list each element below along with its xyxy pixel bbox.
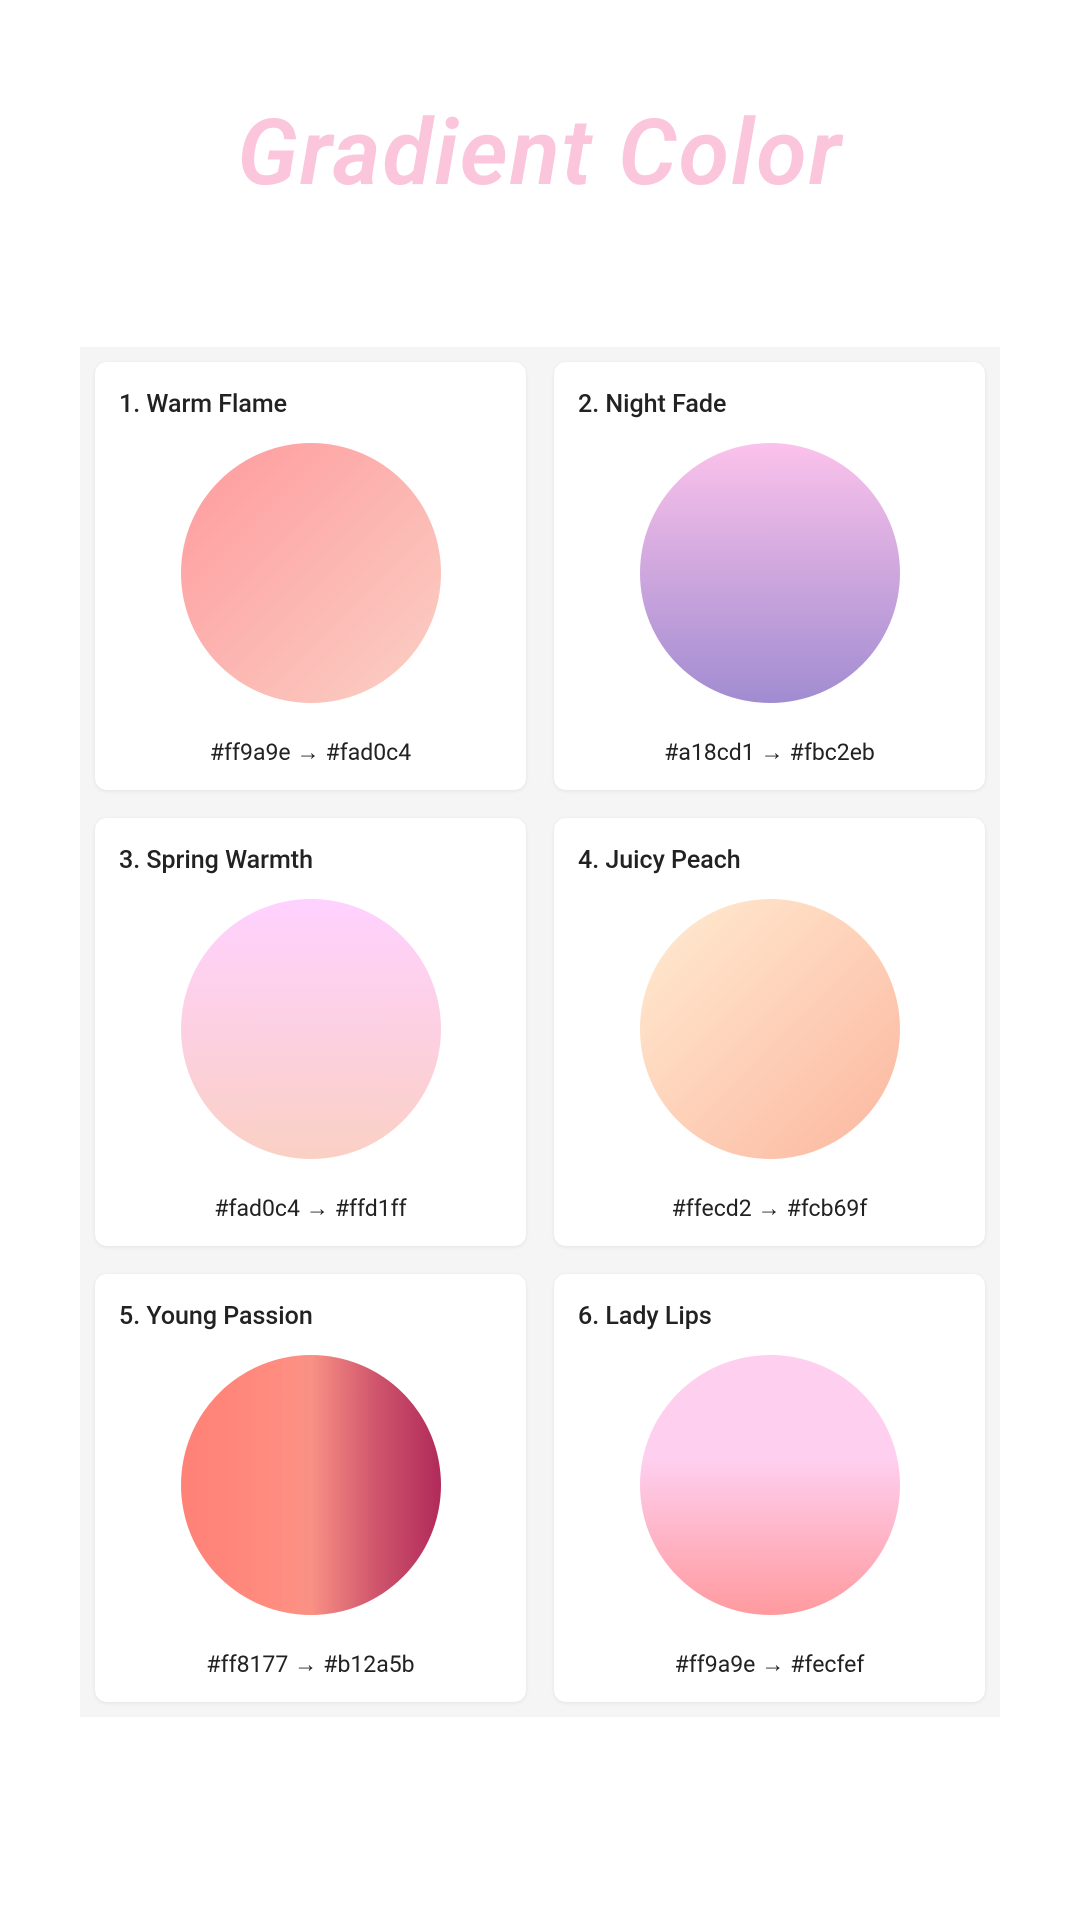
hex-values: #ff9a9e→#fecfef [675,1651,865,1678]
gradient-swatch [181,1355,441,1615]
page-title: Gradient Color [0,0,1080,347]
gradient-card[interactable]: 5. Young Passion #ff8177→#b12a5b [95,1274,526,1702]
gradient-swatch [640,899,900,1159]
gradient-card[interactable]: 6. Lady Lips #ff9a9e→#fecfef [554,1274,985,1702]
gradient-card[interactable]: 3. Spring Warmth #fad0c4→#ffd1ff [95,818,526,1246]
hex-to: #fcb69f [787,1195,868,1222]
hex-to: #fad0c4 [326,739,412,766]
gradient-swatch [640,443,900,703]
gradient-card[interactable]: 1. Warm Flame #ff9a9e→#fad0c4 [95,362,526,790]
hex-to: #fecfef [790,1651,864,1678]
gradient-swatch [181,443,441,703]
hex-values: #ff9a9e→#fad0c4 [210,739,411,766]
hex-from: #fad0c4 [214,1195,300,1222]
arrow-icon: → [761,1651,784,1678]
hex-from: #a18cd1 [664,739,754,766]
card-title: 4. Juicy Peach [578,846,741,875]
gradient-card[interactable]: 4. Juicy Peach #ffecd2→#fcb69f [554,818,985,1246]
arrow-icon: → [758,1195,781,1222]
card-title: 2. Night Fade [578,390,726,419]
gradient-swatch [181,899,441,1159]
arrow-icon: → [761,739,784,766]
hex-values: #ffecd2→#fcb69f [672,1195,868,1222]
hex-to: #ffd1ff [335,1195,407,1222]
gradient-card[interactable]: 2. Night Fade #a18cd1 →#fbc2eb [554,362,985,790]
arrow-icon: → [306,1195,329,1222]
hex-from: #ff9a9e [210,739,291,766]
hex-values: #fad0c4→#ffd1ff [214,1195,406,1222]
card-title: 5. Young Passion [119,1302,313,1331]
hex-from: #ff8177 [206,1651,288,1678]
arrow-icon: → [297,739,320,766]
card-title: 6. Lady Lips [578,1302,712,1331]
hex-to: #fbc2eb [790,739,875,766]
hex-from: #ffecd2 [672,1195,752,1222]
gradient-grid: 1. Warm Flame#ff9a9e→#fad0c42. Night Fad… [80,347,1000,1717]
hex-values: #ff8177→#b12a5b [206,1651,414,1678]
hex-values: #a18cd1 →#fbc2eb [664,739,875,766]
card-title: 3. Spring Warmth [119,846,313,875]
card-title: 1. Warm Flame [119,390,287,419]
hex-to: #b12a5b [323,1651,414,1678]
hex-from: #ff9a9e [675,1651,756,1678]
gradient-swatch [640,1355,900,1615]
arrow-icon: → [294,1651,317,1678]
